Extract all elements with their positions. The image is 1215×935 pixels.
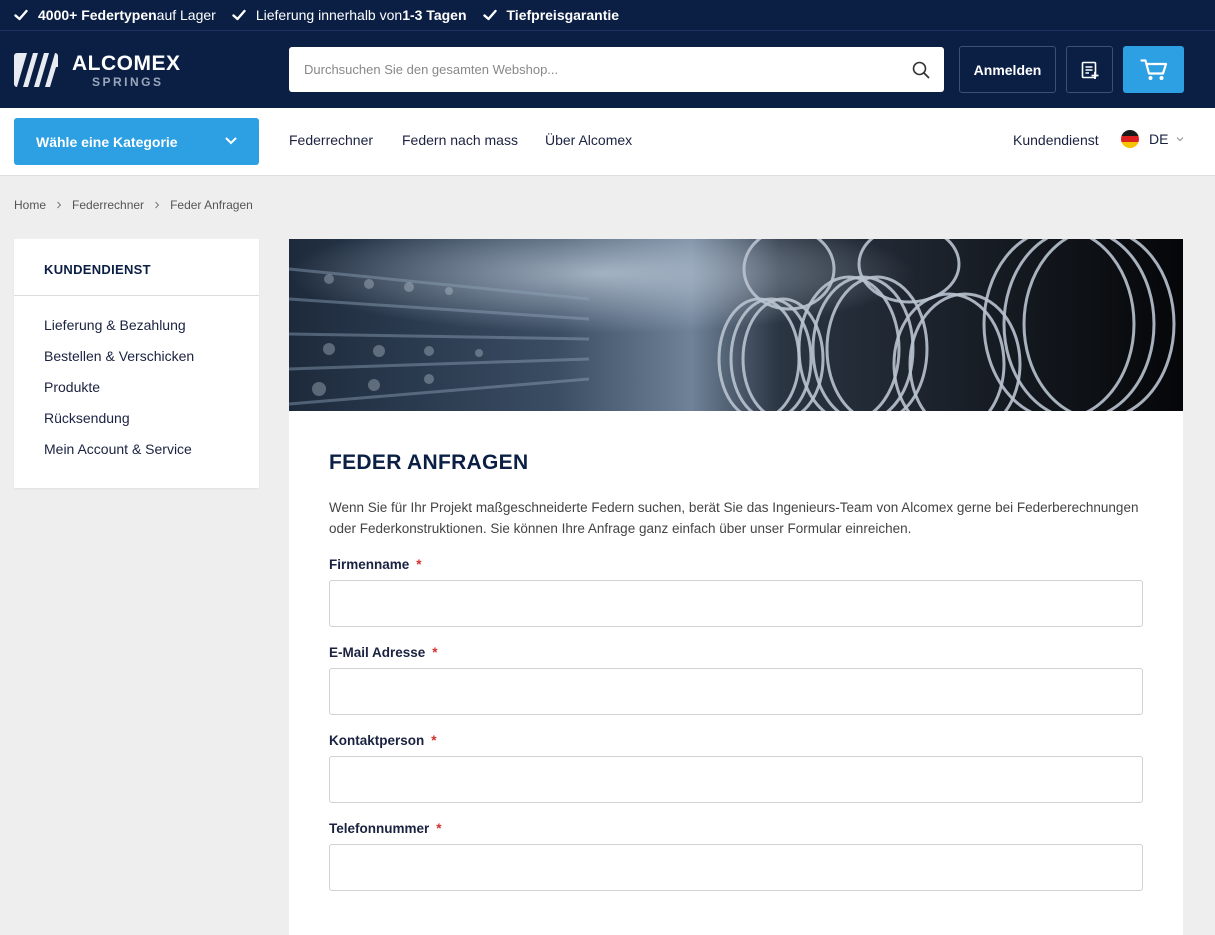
logo-mark-icon — [14, 53, 58, 87]
breadcrumb-federrechner[interactable]: Federrechner — [72, 198, 144, 212]
check-icon — [232, 9, 246, 21]
page-title: FEDER ANFRAGEN — [329, 451, 529, 474]
intro-text: Wenn Sie für Ihr Projekt maßgeschneidert… — [329, 500, 1139, 536]
nav-link-kundendienst[interactable]: Kundendienst — [1013, 132, 1099, 148]
nav-link-federrechner[interactable]: Federrechner — [289, 132, 373, 148]
logo-subtitle: SPRINGS — [92, 74, 164, 89]
field-label: Kontaktperson — [329, 733, 425, 748]
sidebar-title: KUNDENDIENST — [14, 239, 259, 296]
usp-stock-bold: 4000+ Federtypen — [38, 7, 157, 23]
german-flag-icon — [1121, 130, 1139, 148]
chevron-right-icon — [155, 201, 160, 209]
chevron-down-icon — [225, 137, 237, 145]
chevron-down-icon — [1177, 137, 1184, 142]
form-field-email: E-Mail Adresse * — [329, 645, 1143, 715]
form-field-kontaktperson: Kontaktperson * — [329, 733, 1143, 803]
field-label: Firmenname — [329, 557, 410, 572]
main-nav: Wähle eine Kategorie Federrechner Federn… — [0, 108, 1215, 176]
usp-item-price: Tiefpreisgarantie — [482, 7, 620, 23]
breadcrumb-home[interactable]: Home — [14, 198, 46, 212]
breadcrumb: Home Federrechner Feder Anfragen — [14, 198, 253, 212]
field-label: E-Mail Adresse — [329, 645, 426, 660]
logo-wordmark: ALCOMEX — [72, 51, 181, 75]
check-icon — [482, 9, 497, 21]
cart-button[interactable] — [1123, 46, 1184, 93]
search-icon[interactable] — [912, 61, 930, 79]
order-list-icon — [1081, 61, 1098, 79]
telefonnummer-input[interactable] — [329, 844, 1143, 891]
cart-icon — [1139, 58, 1167, 80]
form-field-firmenname: Firmenname * — [329, 557, 1143, 627]
required-marker: * — [431, 733, 437, 748]
logo[interactable]: ALCOMEX SPRINGS — [14, 49, 181, 91]
usp-bar: 4000+ Federtypen auf Lager Lieferung inn… — [0, 0, 1215, 31]
breadcrumb-current: Feder Anfragen — [170, 198, 253, 212]
search-box — [289, 47, 944, 92]
search-input[interactable] — [289, 47, 879, 92]
springs-hero-image — [289, 239, 1183, 411]
language-selector[interactable]: DE — [1121, 130, 1184, 148]
sidebar-item-lieferung[interactable]: Lieferung & Bezahlung — [14, 317, 259, 348]
sidebar: KUNDENDIENST Lieferung & Bezahlung Beste… — [14, 239, 259, 488]
sidebar-item-ruecksendung[interactable]: Rücksendung — [14, 410, 259, 441]
usp-price-bold: Tiefpreisgarantie — [506, 7, 620, 23]
email-input[interactable] — [329, 668, 1143, 715]
kontaktperson-input[interactable] — [329, 756, 1143, 803]
nav-link-federn-nach-mass[interactable]: Federn nach mass — [402, 132, 518, 148]
category-dropdown-button[interactable]: Wähle eine Kategorie — [14, 118, 259, 165]
main-content: FEDER ANFRAGEN Wenn Sie für Ihr Projekt … — [289, 239, 1183, 935]
usp-delivery-text: Lieferung innerhalb von — [255, 7, 403, 23]
required-marker: * — [436, 821, 442, 836]
required-marker: * — [416, 557, 422, 572]
nav-link-ueber-alcomex[interactable]: Über Alcomex — [545, 132, 632, 148]
form-field-telefonnummer: Telefonnummer * — [329, 821, 1143, 891]
order-list-button[interactable] — [1066, 46, 1113, 93]
usp-item-delivery: Lieferung innerhalb von 1-3 Tagen — [232, 7, 467, 23]
field-label: Telefonnummer — [329, 821, 430, 836]
sidebar-item-bestellen[interactable]: Bestellen & Verschicken — [14, 348, 259, 379]
category-button-label: Wähle eine Kategorie — [36, 133, 178, 150]
check-icon — [14, 9, 28, 21]
usp-stock-rest: auf Lager — [156, 7, 216, 23]
usp-item-stock: 4000+ Federtypen auf Lager — [14, 7, 216, 23]
sidebar-item-produkte[interactable]: Produkte — [14, 379, 259, 410]
usp-delivery-bold: 1-3 Tagen — [402, 7, 467, 23]
site-header: ALCOMEX SPRINGS Anmelden — [0, 31, 1215, 108]
chevron-right-icon — [57, 201, 62, 209]
sidebar-item-account[interactable]: Mein Account & Service — [14, 441, 259, 472]
firmenname-input[interactable] — [329, 580, 1143, 627]
login-button[interactable]: Anmelden — [959, 46, 1056, 93]
language-code: DE — [1149, 131, 1169, 147]
required-marker: * — [432, 645, 438, 660]
